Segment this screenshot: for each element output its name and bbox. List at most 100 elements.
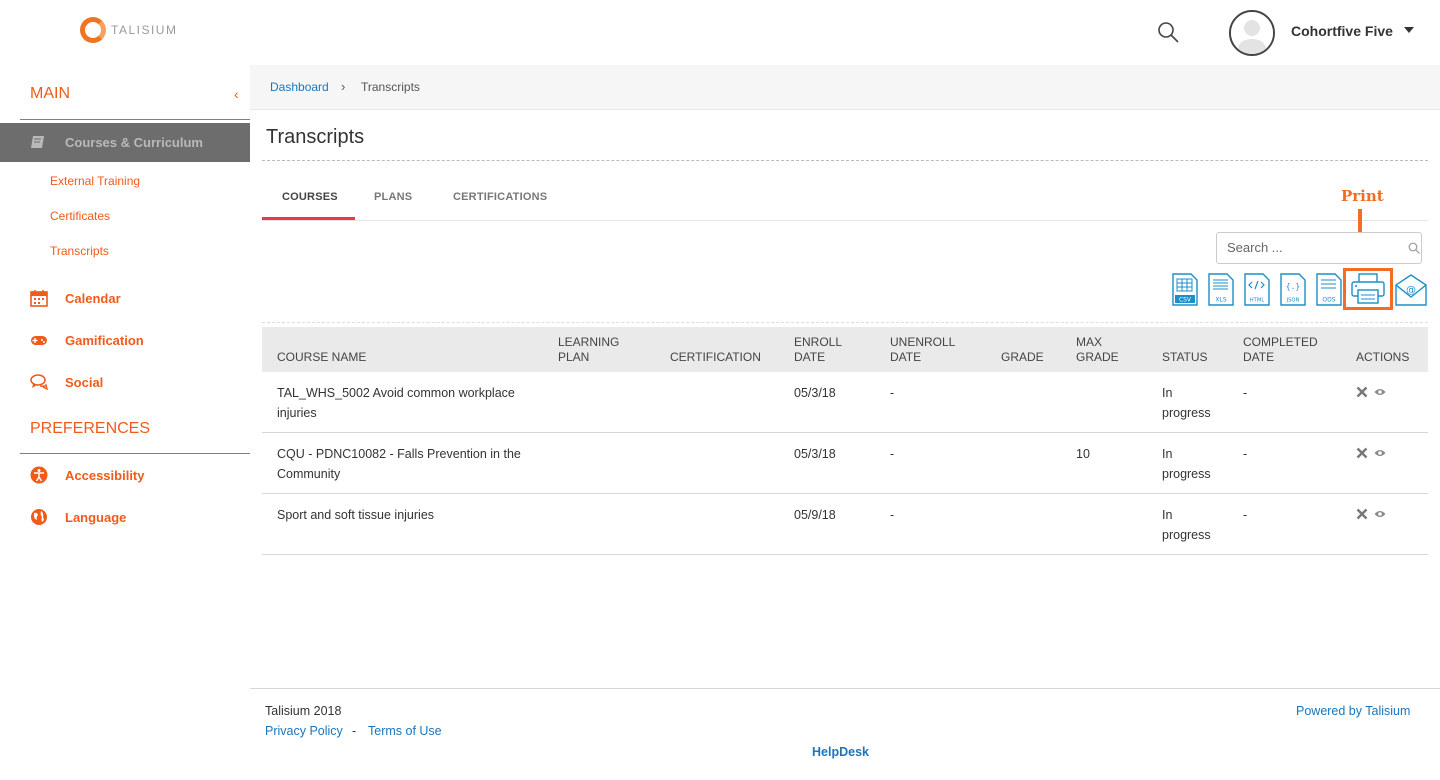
row-actions xyxy=(1356,508,1386,520)
sidebar-item-label: Accessibility xyxy=(65,467,145,483)
transcripts-table: COURSE NAME LEARNING PLAN CERTIFICATION E… xyxy=(262,327,1428,555)
gamepad-icon xyxy=(31,336,47,345)
tab-bar: COURSES PLANS CERTIFICATIONS xyxy=(262,178,1428,221)
column-header-certification[interactable]: CERTIFICATION xyxy=(670,335,761,365)
breadcrumb: Dashboard › Transcripts xyxy=(250,65,1440,110)
toolbar-divider xyxy=(262,322,1428,323)
globe-icon xyxy=(31,509,47,525)
row-actions xyxy=(1356,386,1386,398)
sidebar-subitem-transcripts[interactable]: Transcripts xyxy=(50,244,109,258)
sidebar-item-label: Language xyxy=(65,509,127,525)
cell-status: In progress xyxy=(1162,447,1211,481)
cell-course-name: CQU - PDNC10082 - Falls Prevention in th… xyxy=(277,447,521,481)
export-label: CSV xyxy=(1179,297,1192,304)
sidebar-item-courses-curriculum[interactable]: Courses & Curriculum xyxy=(0,123,250,162)
print-button[interactable] xyxy=(1343,268,1393,310)
column-header-status[interactable]: STATUS xyxy=(1162,335,1208,365)
sidebar-item-label: Social xyxy=(65,374,104,390)
sidebar-item-accessibility[interactable]: Accessibility xyxy=(30,466,145,484)
chevron-left-icon[interactable]: ‹ xyxy=(234,86,239,102)
close-icon[interactable] xyxy=(1356,386,1368,398)
column-header-learning-plan[interactable]: LEARNING PLAN xyxy=(558,335,619,365)
sidebar-item-social[interactable]: Social xyxy=(30,373,103,391)
talisium-logo[interactable]: TALISIUM xyxy=(80,17,177,43)
cell-unenroll-date: - xyxy=(890,447,895,461)
breadcrumb-dashboard-link[interactable]: Dashboard xyxy=(270,80,329,94)
sidebar-section-preferences: PREFERENCES xyxy=(30,420,151,437)
column-header-grade[interactable]: GRADE xyxy=(1001,335,1044,365)
table-row: TAL_WHS_5002 Avoid common workplace injur… xyxy=(262,372,1428,433)
cell-course-name: TAL_WHS_5002 Avoid common workplace injur… xyxy=(277,386,515,420)
search-input[interactable] xyxy=(1227,240,1397,255)
close-icon[interactable] xyxy=(1356,447,1368,459)
tab-certifications[interactable]: CERTIFICATIONS xyxy=(453,191,547,203)
tab-courses[interactable]: COURSES xyxy=(282,191,338,203)
column-header-enroll-date[interactable]: ENROLL DATE xyxy=(794,335,842,365)
sidebar: MAIN ‹ Courses & Curriculum External Tra… xyxy=(0,65,250,780)
section-divider xyxy=(20,119,250,120)
table-row: CQU - PDNC10082 - Falls Prevention in th… xyxy=(262,433,1428,494)
column-header-max-grade[interactable]: MAX GRADE xyxy=(1076,335,1119,365)
export-label: JSON xyxy=(1286,298,1300,304)
terms-of-use-link[interactable]: Terms of Use xyxy=(368,724,442,738)
sidebar-item-label: Calendar xyxy=(65,290,121,306)
cell-completed-date: - xyxy=(1243,447,1248,461)
csv-file-icon[interactable]: CSV xyxy=(1172,273,1198,306)
print-annotation-label: Print xyxy=(1341,187,1384,205)
table-row: Sport and soft tissue injuries 05/9/18 -… xyxy=(262,494,1428,555)
eye-icon[interactable] xyxy=(1374,387,1386,397)
calendar-icon xyxy=(30,290,48,307)
sidebar-item-language[interactable]: Language xyxy=(30,508,126,526)
privacy-policy-link[interactable]: Privacy Policy xyxy=(265,724,343,738)
helpdesk-link[interactable]: HelpDesk xyxy=(812,745,869,759)
search-icon[interactable] xyxy=(1156,20,1180,44)
tab-plans[interactable]: PLANS xyxy=(374,191,412,203)
search-icon xyxy=(1408,242,1420,254)
column-header-completed-date[interactable]: COMPLETED DATE xyxy=(1243,335,1318,365)
table-header: COURSE NAME LEARNING PLAN CERTIFICATION E… xyxy=(262,327,1428,372)
xls-file-icon[interactable]: XLS xyxy=(1208,273,1234,306)
cell-max-grade: 10 xyxy=(1076,447,1090,461)
footer-copyright: Talisium 2018 xyxy=(265,704,342,718)
powered-by-link[interactable]: Powered by Talisium xyxy=(1296,704,1410,718)
svg-text:{.}: {.} xyxy=(1286,282,1300,291)
accessibility-icon xyxy=(30,466,48,484)
email-icon[interactable]: @ xyxy=(1395,273,1427,306)
sidebar-item-label: Gamification xyxy=(65,332,144,348)
cell-unenroll-date: - xyxy=(890,508,895,522)
chat-icon xyxy=(30,374,48,391)
column-header-unenroll-date[interactable]: UNENROLL DATE xyxy=(890,335,955,365)
sidebar-subitem-certificates[interactable]: Certificates xyxy=(50,209,110,223)
top-bar: TALISIUM Cohortfive Five xyxy=(0,0,1440,65)
cell-course-name: Sport and soft tissue injuries xyxy=(277,508,435,522)
printer-icon xyxy=(1351,273,1385,304)
caret-down-icon[interactable] xyxy=(1404,27,1414,33)
sidebar-item-calendar[interactable]: Calendar xyxy=(30,289,121,307)
eye-icon[interactable] xyxy=(1374,448,1386,458)
svg-text:@: @ xyxy=(1406,285,1416,296)
ods-file-icon[interactable]: ODS xyxy=(1316,273,1342,306)
column-header-course-name[interactable]: COURSE NAME xyxy=(277,335,366,365)
cell-enroll-date: 05/3/18 xyxy=(794,386,836,400)
export-label: ODS xyxy=(1322,297,1335,304)
sidebar-subitem-external-training[interactable]: External Training xyxy=(50,174,140,188)
active-tab-indicator xyxy=(262,217,355,220)
html-file-icon[interactable]: HTML xyxy=(1244,273,1270,306)
logo-ring-icon xyxy=(80,17,106,43)
cell-status: In progress xyxy=(1162,508,1211,542)
sidebar-item-label: Courses & Curriculum xyxy=(65,135,203,150)
page-title: Transcripts xyxy=(266,126,365,148)
eye-icon[interactable] xyxy=(1374,509,1386,519)
user-name[interactable]: Cohortfive Five xyxy=(1291,23,1393,39)
column-header-actions: ACTIONS xyxy=(1356,350,1410,364)
sidebar-item-gamification[interactable]: Gamification xyxy=(30,331,144,349)
table-search-box[interactable] xyxy=(1216,232,1422,264)
avatar[interactable] xyxy=(1229,10,1275,56)
cell-enroll-date: 05/3/18 xyxy=(794,447,836,461)
title-divider xyxy=(262,160,1428,161)
close-icon[interactable] xyxy=(1356,508,1368,520)
cell-status: In progress xyxy=(1162,386,1211,420)
sidebar-section-main: MAIN xyxy=(30,85,70,102)
json-file-icon[interactable]: {.} JSON xyxy=(1280,273,1306,306)
book-icon xyxy=(31,136,44,148)
